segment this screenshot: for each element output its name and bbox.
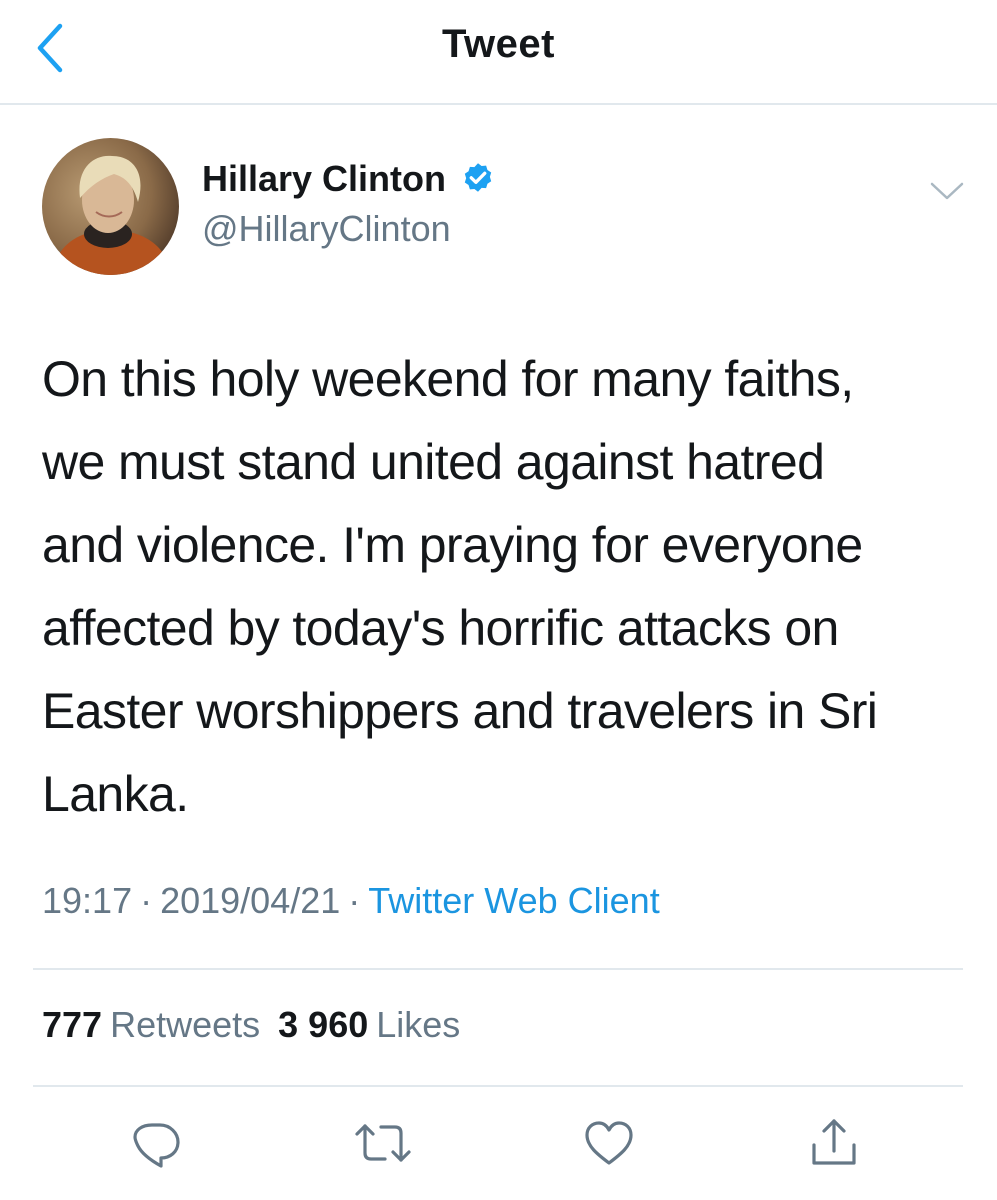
heart-icon bbox=[585, 1121, 633, 1165]
tweet-menu-button[interactable] bbox=[927, 176, 967, 206]
tweet-source-link[interactable]: Twitter Web Client bbox=[368, 880, 659, 921]
likes-stat[interactable]: 3 960 Likes bbox=[278, 1004, 478, 1045]
tweet-author: Hillary Clinton @HillaryClinton bbox=[42, 138, 972, 278]
tweet-time: 19:17 bbox=[42, 880, 133, 921]
divider bbox=[33, 1085, 963, 1087]
verified-badge-icon bbox=[460, 161, 496, 197]
tweet-date: 2019/04/21 bbox=[160, 880, 341, 921]
reply-icon bbox=[133, 1123, 180, 1168]
retweets-stat[interactable]: 777 Retweets bbox=[42, 1004, 278, 1045]
chevron-down-icon bbox=[930, 182, 964, 200]
top-bar: Tweet bbox=[0, 0, 997, 105]
reply-button[interactable] bbox=[128, 1115, 184, 1171]
retweets-label: Retweets bbox=[110, 1004, 261, 1045]
display-name-row: Hillary Clinton bbox=[202, 158, 496, 200]
like-button[interactable] bbox=[581, 1115, 637, 1171]
share-button[interactable] bbox=[806, 1115, 862, 1171]
tweet-meta: 19:17 · 2019/04/21 · Twitter Web Client bbox=[42, 880, 660, 922]
page-title: Tweet bbox=[442, 22, 555, 66]
tweet-stats: 777 Retweets 3 960 Likes bbox=[42, 1004, 478, 1046]
display-name[interactable]: Hillary Clinton bbox=[202, 158, 446, 200]
user-handle[interactable]: @HillaryClinton bbox=[202, 208, 451, 250]
likes-label: Likes bbox=[376, 1004, 461, 1045]
divider bbox=[33, 968, 963, 970]
retweet-button[interactable] bbox=[353, 1115, 411, 1171]
tweet-text: On this holy weekend for many faiths, we… bbox=[42, 351, 878, 822]
likes-count: 3 960 bbox=[278, 1004, 369, 1045]
meta-separator: · bbox=[140, 880, 153, 921]
share-icon bbox=[812, 1119, 856, 1165]
avatar[interactable] bbox=[42, 138, 179, 275]
retweet-icon bbox=[355, 1124, 411, 1162]
retweets-count: 777 bbox=[42, 1004, 103, 1045]
meta-separator: · bbox=[348, 880, 361, 921]
